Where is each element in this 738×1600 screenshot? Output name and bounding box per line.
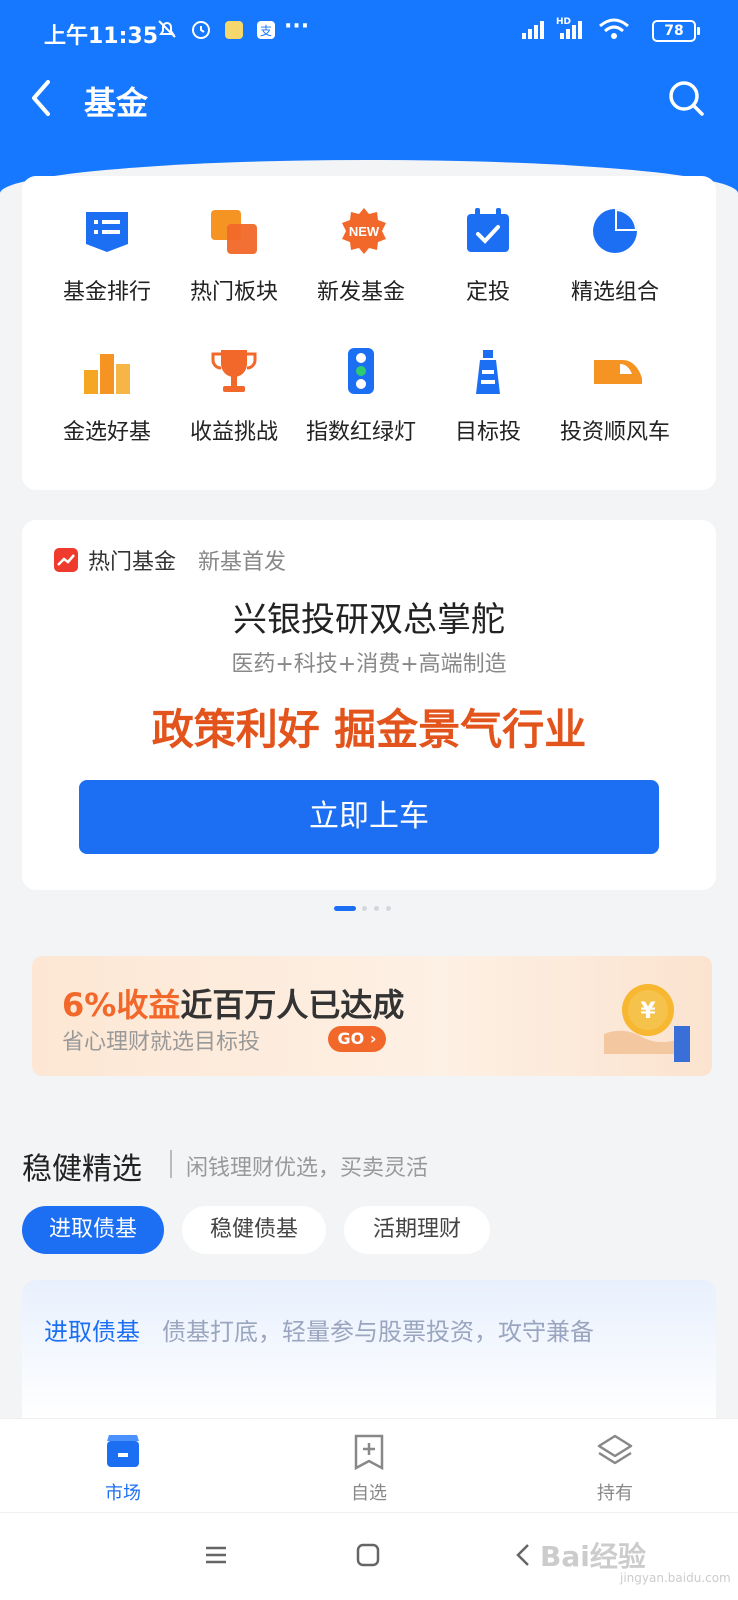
section-divider	[170, 1150, 172, 1178]
signal-hd-icon: HD	[556, 16, 586, 45]
carousel-dot	[374, 906, 379, 911]
promo-slogan: 政策利好 掘金景气行业	[151, 705, 587, 754]
back-icon[interactable]	[512, 1543, 536, 1571]
watermark-url: jingyan.baidu.com	[620, 1571, 731, 1585]
bottom-tab-bar: 市场 自选 持有	[0, 1418, 738, 1512]
status-bar: 上午11:35 支 ··· HD 78	[0, 0, 738, 56]
entry-return-challenge[interactable]: 收益挑战	[165, 316, 303, 445]
tab-label: 持有	[597, 1483, 633, 1504]
promo-subtag: 新基首发	[198, 550, 287, 575]
tab-holdings[interactable]: 持有	[492, 1419, 738, 1513]
signal-icon	[520, 18, 550, 45]
quick-entry-grid: 基金排行 热门板块 NEW 新发基金 定投 精选组合 金选好基 收益挑战 指数红…	[22, 176, 716, 490]
entry-label: 定投	[465, 280, 510, 305]
carousel-dot	[386, 906, 391, 911]
network-label: HD	[556, 17, 571, 27]
back-arrow-icon[interactable]	[24, 76, 64, 120]
entry-label: 新发基金	[316, 280, 405, 305]
alarm-icon	[190, 18, 212, 45]
carousel-indicator	[334, 905, 414, 913]
entry-portfolios[interactable]: 精选组合	[546, 176, 684, 305]
entry-auto-invest[interactable]: 定投	[419, 176, 557, 305]
entry-gold-picks[interactable]: 金选好基	[38, 316, 176, 445]
add-favorite-icon	[350, 1433, 388, 1471]
coin-symbol: ¥	[640, 999, 656, 1024]
banner-highlight: 6%收益	[62, 986, 181, 1024]
system-nav-bar: Bai经验 jingyan.baidu.com	[0, 1512, 738, 1600]
app-notification-icon	[224, 20, 244, 45]
hand-coin-icon: ¥	[604, 976, 690, 1062]
car-icon	[590, 346, 642, 396]
entry-label: 基金排行	[62, 280, 151, 305]
entry-hot-sectors[interactable]: 热门板块	[165, 176, 303, 305]
menu-icon[interactable]	[204, 1543, 228, 1571]
pie-chart-icon	[590, 206, 640, 256]
tab-market[interactable]: 市场	[0, 1419, 246, 1513]
section-title: 稳健精选	[22, 1152, 142, 1187]
trophy-icon	[209, 346, 259, 396]
banner-headline-text: 近百万人已达成	[180, 986, 405, 1024]
category-label: 进取债基	[44, 1318, 140, 1346]
entry-fund-ranking[interactable]: 基金排行	[38, 176, 176, 305]
traffic-light-icon	[336, 346, 386, 396]
section-subtitle: 闲钱理财优选，买卖灵活	[186, 1156, 429, 1181]
entry-investment-ride[interactable]: 投资顺风车	[546, 316, 684, 445]
status-time: 上午11:35	[44, 24, 159, 49]
list-icon	[82, 206, 132, 256]
watermark-logo: Bai经验	[540, 1540, 646, 1573]
wifi-icon	[598, 18, 630, 45]
blocks-icon	[209, 206, 259, 256]
promo-tag: 热门基金	[88, 550, 177, 575]
podium-icon	[82, 346, 132, 396]
svg-text:支: 支	[260, 24, 272, 38]
entry-label: 收益挑战	[189, 420, 278, 445]
entry-label: 投资顺风车	[559, 420, 670, 445]
promo-card[interactable]: 热门基金 新基首发 兴银投研双总掌舵 医药+科技+消费+高端制造 政策利好 掘金…	[22, 520, 716, 890]
chip-stable-bond[interactable]: 稳健债基	[182, 1206, 326, 1254]
entry-label: 热门板块	[189, 280, 278, 305]
nav-bar: 基金	[0, 60, 738, 140]
banner-subtitle: 省心理财就选目标投	[62, 1030, 261, 1055]
tab-label: 市场	[105, 1483, 141, 1504]
trend-up-icon	[54, 548, 78, 572]
more-notifications-icon: ···	[284, 14, 310, 39]
page-title: 基金	[84, 84, 149, 122]
category-description-text: 债基打底，轻量参与股票投资，攻守兼备	[162, 1318, 594, 1346]
entry-label: 金选好基	[62, 420, 151, 445]
chip-current-wealth[interactable]: 活期理财	[344, 1206, 490, 1254]
entry-label: 目标投	[454, 420, 521, 445]
board-now-button[interactable]: 立即上车	[79, 780, 659, 854]
alipay-notification-icon: 支	[256, 20, 276, 45]
lighthouse-icon	[463, 346, 513, 396]
mute-bell-icon	[156, 18, 178, 45]
go-button[interactable]: GO ›	[328, 1026, 386, 1052]
target-invest-banner[interactable]: 6%收益近百万人已达成 省心理财就选目标投 GO › ¥	[32, 956, 712, 1076]
promo-title: 兴银投研双总掌舵	[233, 600, 505, 640]
tab-label: 自选	[351, 1483, 387, 1504]
entry-label: 指数红绿灯	[305, 420, 416, 445]
carousel-dot	[362, 906, 367, 911]
search-icon[interactable]	[666, 78, 706, 118]
tab-watchlist[interactable]: 自选	[246, 1419, 492, 1513]
category-description: 进取债基 债基打底，轻量参与股票投资，攻守兼备	[22, 1280, 716, 1420]
entry-label: 精选组合	[570, 280, 659, 305]
go-label: GO	[337, 1029, 365, 1048]
entry-target-invest[interactable]: 目标投	[419, 316, 557, 445]
chip-aggressive-bond[interactable]: 进取债基	[22, 1206, 164, 1254]
svg-text:NEW: NEW	[349, 224, 380, 239]
battery-level: 78	[652, 20, 700, 42]
entry-index-lights[interactable]: 指数红绿灯	[292, 316, 430, 445]
layers-icon	[596, 1433, 634, 1471]
calendar-check-icon	[463, 206, 513, 256]
home-icon[interactable]	[356, 1543, 380, 1571]
new-badge-icon: NEW	[336, 206, 386, 256]
promo-subtitle: 医药+科技+消费+高端制造	[231, 652, 507, 677]
shop-icon	[104, 1433, 142, 1471]
entry-new-funds[interactable]: NEW 新发基金	[292, 176, 430, 305]
carousel-dot-active	[334, 906, 356, 911]
banner-headline: 6%收益近百万人已达成	[62, 980, 404, 1026]
